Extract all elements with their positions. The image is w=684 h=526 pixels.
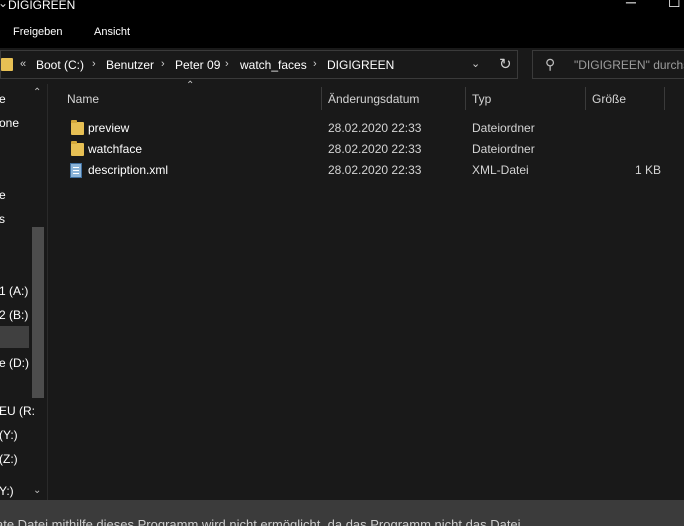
scroll-up-icon[interactable]: ⌃ [33,87,41,98]
column-header-date[interactable]: Änderungsdatum [328,92,419,106]
scroll-down-icon[interactable]: ⌄ [33,485,41,496]
file-date: 28.02.2020 22:33 [328,142,422,156]
breadcrumb-chevron-icon[interactable]: › [161,58,165,70]
breadcrumb-boot[interactable]: Boot (C:) [36,58,84,72]
file-row[interactable]: description.xml 28.02.2020 22:33 XML-Dat… [64,160,684,181]
title-bar: ⌄ DIGIGREEN ─ ☐ [0,0,684,14]
nav-item[interactable]: Y:) [0,484,14,498]
window-title: DIGIGREEN [8,0,76,12]
breadcrumb-watch-faces[interactable]: watch_faces [240,58,307,72]
column-divider[interactable] [321,87,322,110]
column-divider[interactable] [664,87,665,110]
column-divider[interactable] [585,87,586,110]
column-header-size[interactable]: Größe [592,92,626,106]
nav-item-drive-r[interactable]: EU (R: [0,404,35,418]
status-bar: ate Datei mithilfe dieses Programm wird … [0,500,684,526]
file-type: XML-Datei [472,163,529,177]
maximize-button[interactable]: ☐ [668,0,681,11]
nav-item-drive-a[interactable]: 1 (A:) [0,284,28,298]
minimize-button[interactable]: ─ [626,0,636,10]
nav-scrollbar-thumb[interactable] [32,227,44,398]
column-header-name[interactable]: Name [67,92,99,106]
tab-ansicht[interactable]: Ansicht [94,26,130,38]
file-type: Dateiordner [472,142,535,156]
breadcrumb-chevron-icon[interactable]: › [313,58,317,70]
nav-item-drive-z[interactable]: (Z:) [0,452,18,466]
nav-item[interactable]: one [0,116,19,130]
nav-item-drive-y[interactable]: (Y:) [0,428,18,442]
folder-icon [71,120,84,135]
column-header-type[interactable]: Typ [472,92,491,106]
breadcrumb-chevron-icon[interactable]: › [225,58,229,70]
nav-selected-item[interactable] [0,326,29,348]
quick-access-arrow-icon[interactable]: ⌄ [0,0,8,10]
file-date: 28.02.2020 22:33 [328,163,422,177]
file-name: preview [88,121,130,135]
sort-ascending-icon: ⌃ [186,80,195,91]
breadcrumb-chevron-icon[interactable]: › [92,58,96,70]
folder-icon [1,58,13,71]
xml-file-icon [70,163,82,178]
pane-divider[interactable] [47,84,48,500]
search-icon: ⚲ [545,56,556,72]
file-type: Dateiordner [472,121,535,135]
folder-icon [71,141,84,156]
breadcrumb-benutzer[interactable]: Benutzer [106,58,154,72]
address-dropdown-icon[interactable]: ⌄ [471,57,480,70]
search-box[interactable]: ⚲ "DIGIGREEN" durchsu [532,50,684,79]
nav-item-drive-d[interactable]: e (D:) [0,356,29,370]
search-input[interactable]: "DIGIGREEN" durchsu [574,58,684,72]
file-row[interactable]: preview 28.02.2020 22:33 Dateiordner [64,118,684,139]
file-name: description.xml [88,163,169,177]
file-name: watchface [88,142,143,156]
address-bar[interactable]: « Boot (C:) › Benutzer › Peter 09 › watc… [0,50,518,79]
file-size: 1 KB [635,163,662,177]
nav-item[interactable]: e [0,92,6,106]
status-text: ate Datei mithilfe dieses Programm wird … [0,517,521,526]
file-date: 28.02.2020 22:33 [328,121,422,135]
file-row[interactable]: watchface 28.02.2020 22:33 Dateiordner [64,139,684,160]
nav-item[interactable]: s [0,212,5,226]
nav-item-drive-b[interactable]: 2 (B:) [0,308,28,322]
breadcrumb-overflow-icon[interactable]: « [20,58,26,70]
ribbon: Freigeben Ansicht [0,14,684,48]
refresh-icon[interactable]: ↻ [499,55,512,73]
tab-freigeben[interactable]: Freigeben [13,26,63,38]
column-divider[interactable] [465,87,466,110]
breadcrumb-digigreen[interactable]: DIGIGREEN [327,58,394,72]
nav-item[interactable]: e [0,188,6,202]
breadcrumb-peter[interactable]: Peter 09 [175,58,220,72]
